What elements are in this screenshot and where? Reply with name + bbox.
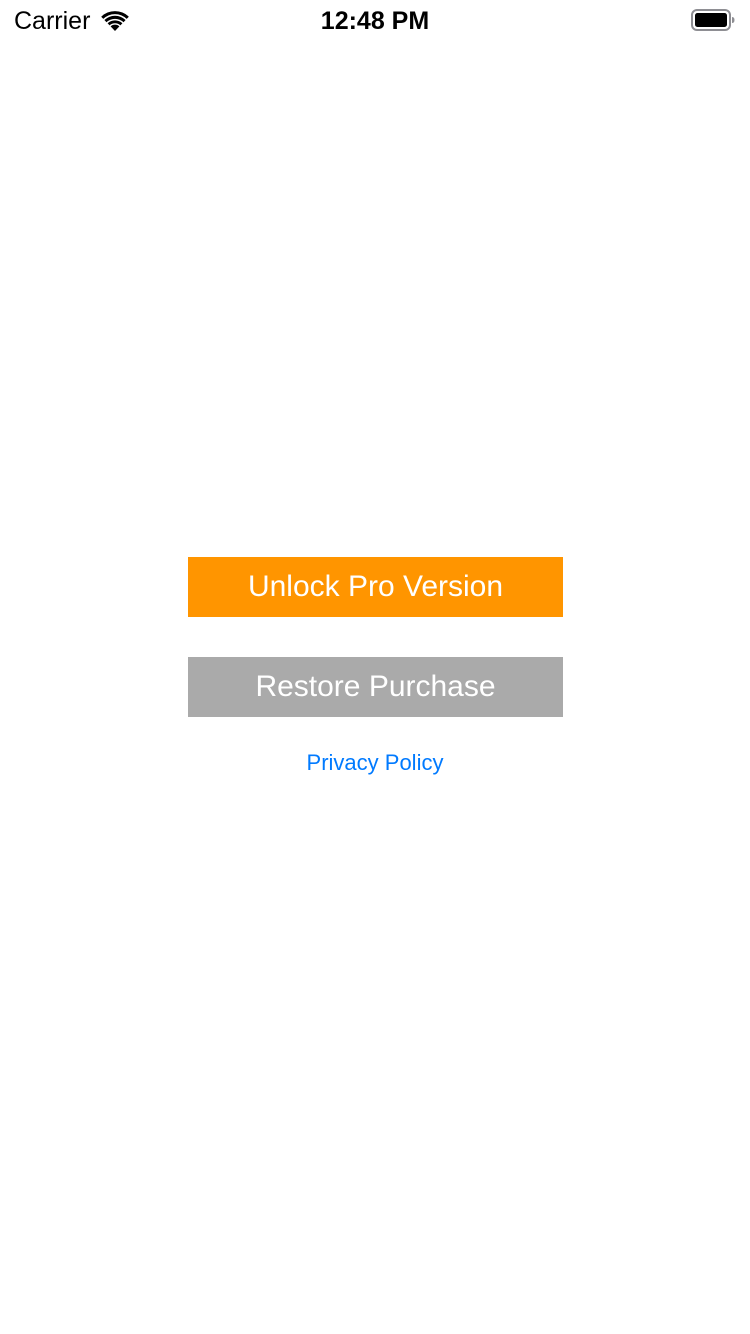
privacy-policy-link[interactable]: Privacy Policy xyxy=(0,748,750,778)
battery-icon xyxy=(691,9,735,31)
status-time: 12:48 PM xyxy=(320,7,430,35)
status-bar: Carrier 12:48 PM xyxy=(0,0,750,40)
restore-purchase-button[interactable]: Restore Purchase xyxy=(188,657,563,717)
unlock-pro-button[interactable]: Unlock Pro Version xyxy=(188,557,563,617)
